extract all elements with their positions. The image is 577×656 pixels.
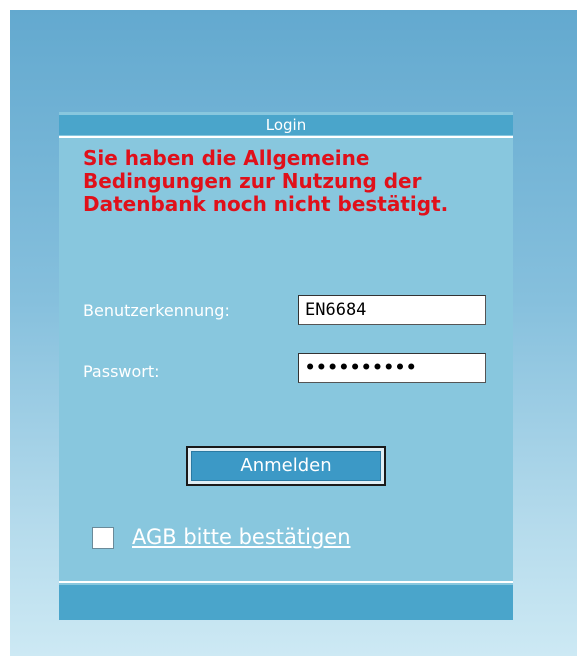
agb-error-message: Sie haben die Allgemeine Bedingungen zur… bbox=[83, 146, 449, 216]
header-divider bbox=[59, 136, 513, 138]
username-label: Benutzerkennung: bbox=[83, 301, 230, 320]
password-label: Passwort: bbox=[83, 362, 160, 381]
username-input[interactable]: EN6684 bbox=[298, 295, 486, 325]
login-panel-title: Login bbox=[59, 115, 513, 135]
password-input[interactable]: •••••••••• bbox=[298, 353, 486, 383]
login-button[interactable]: Anmelden bbox=[191, 451, 381, 481]
agb-confirm-link[interactable]: AGB bitte bestätigen bbox=[132, 525, 351, 549]
footer-divider bbox=[59, 581, 513, 583]
login-button-frame: Anmelden bbox=[186, 446, 386, 486]
login-panel-footer bbox=[59, 585, 513, 620]
login-panel: Login Sie haben die Allgemeine Bedingung… bbox=[59, 112, 513, 620]
agb-checkbox[interactable] bbox=[92, 527, 114, 549]
